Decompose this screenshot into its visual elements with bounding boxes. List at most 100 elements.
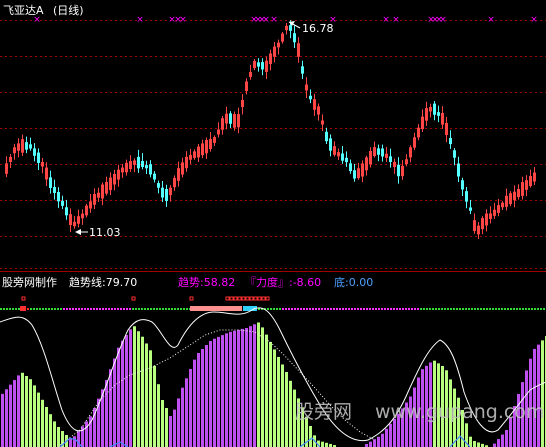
chart-canvas[interactable]: × × ××× ×××× × × × × ×××× × × 飞亚达A (日线) 16.78 11.0… <box>0 0 546 447</box>
candle-body <box>329 138 332 151</box>
signal-dot <box>105 308 107 310</box>
watermark-url: www.gupang.com <box>375 401 544 423</box>
signal-dot <box>489 308 491 310</box>
histogram-bar <box>493 443 496 447</box>
signal-dot <box>522 308 524 310</box>
indicator-marker <box>257 296 262 301</box>
signal-dot <box>111 308 113 310</box>
histogram-bar <box>281 364 284 447</box>
signal-dot <box>177 308 179 310</box>
histogram-bar <box>149 350 152 447</box>
candle-body <box>289 25 292 31</box>
histogram-bar <box>473 441 476 447</box>
histogram-bar <box>169 416 172 447</box>
signal-dot <box>432 308 434 310</box>
signal-dot <box>84 308 86 310</box>
signal-dot <box>378 308 380 310</box>
signal-dot <box>336 308 338 310</box>
candle-body <box>301 66 304 74</box>
signal-dot <box>381 308 383 310</box>
candle-body <box>229 113 232 124</box>
indicator-marker <box>249 296 254 301</box>
signal-dot <box>387 308 389 310</box>
candle-body <box>377 148 380 155</box>
histogram-bar <box>385 428 388 447</box>
signal-dot <box>183 308 185 310</box>
signal-dot <box>414 308 416 310</box>
signal-dot <box>429 308 431 310</box>
candle-body <box>257 62 260 67</box>
signal-marker: × <box>439 15 447 25</box>
candle-body <box>29 144 32 149</box>
signal-dot <box>513 308 515 310</box>
signal-dot <box>186 308 188 310</box>
signal-dot <box>390 308 392 310</box>
signal-dot <box>480 308 482 310</box>
candle-body <box>161 187 164 198</box>
signal-dot <box>540 308 542 310</box>
indicator-marker <box>225 296 230 301</box>
histogram-bar <box>57 427 60 447</box>
watermark-text: 股旁网 <box>295 401 352 423</box>
high-price-label: 16.78 <box>302 22 334 35</box>
signal-dot <box>12 308 14 310</box>
high-annotation: 16.78 <box>288 21 334 35</box>
signal-dot <box>420 308 422 310</box>
signal-marker: × <box>530 15 538 25</box>
signal-dot <box>108 308 110 310</box>
indicator-marker <box>233 296 238 301</box>
signal-dot <box>174 308 176 310</box>
signal-dot <box>51 308 53 310</box>
histogram-bar <box>201 349 204 447</box>
indicator-source: 股旁网制作 <box>2 275 57 289</box>
signal-dot <box>87 308 89 310</box>
histogram-bar <box>185 378 188 447</box>
signal-dot <box>9 308 11 310</box>
indicator-marker <box>253 296 258 301</box>
histogram-bar <box>213 338 216 447</box>
signal-dot <box>369 308 371 310</box>
indicator-marker <box>245 296 250 301</box>
histogram-bar <box>45 407 48 447</box>
histogram-bar <box>125 335 128 447</box>
signal-dot <box>6 308 8 310</box>
signal-dot <box>123 308 125 310</box>
histogram-bar <box>229 331 232 447</box>
signal-dot <box>270 308 272 310</box>
signal-dot <box>27 308 29 310</box>
indicator-marker <box>131 296 136 301</box>
histogram-bar <box>505 430 508 447</box>
signal-dot <box>339 308 341 310</box>
signal-dot <box>156 308 158 310</box>
candle-body <box>353 170 356 179</box>
indicator-marker <box>237 296 242 301</box>
signal-dot <box>93 308 95 310</box>
signal-dot <box>471 308 473 310</box>
histogram-bar <box>37 392 40 447</box>
signal-dot <box>498 308 500 310</box>
signal-dot <box>366 308 368 310</box>
signal-dot <box>33 308 35 310</box>
signal-dot <box>525 308 527 310</box>
bottom-value: 底:0.00 <box>334 275 373 289</box>
signal-dot <box>486 308 488 310</box>
signal-dot <box>456 308 458 310</box>
signal-dot <box>462 308 464 310</box>
candle-body <box>453 150 456 158</box>
histogram-bar <box>241 328 244 447</box>
histogram-bar <box>157 384 160 447</box>
signal-dot <box>444 308 446 310</box>
signal-dot <box>60 308 62 310</box>
dotted-signal-line <box>0 306 545 311</box>
period-label: (日线) <box>53 3 84 17</box>
signal-dot <box>474 308 476 310</box>
signal-dot <box>516 308 518 310</box>
histogram-bar <box>41 399 44 447</box>
signal-dot <box>267 308 269 310</box>
signal-dot <box>30 308 32 310</box>
signal-dot <box>72 308 74 310</box>
histogram-bar <box>53 421 56 447</box>
signal-dot <box>504 308 506 310</box>
signal-dot <box>129 308 131 310</box>
candle-body <box>309 95 312 100</box>
